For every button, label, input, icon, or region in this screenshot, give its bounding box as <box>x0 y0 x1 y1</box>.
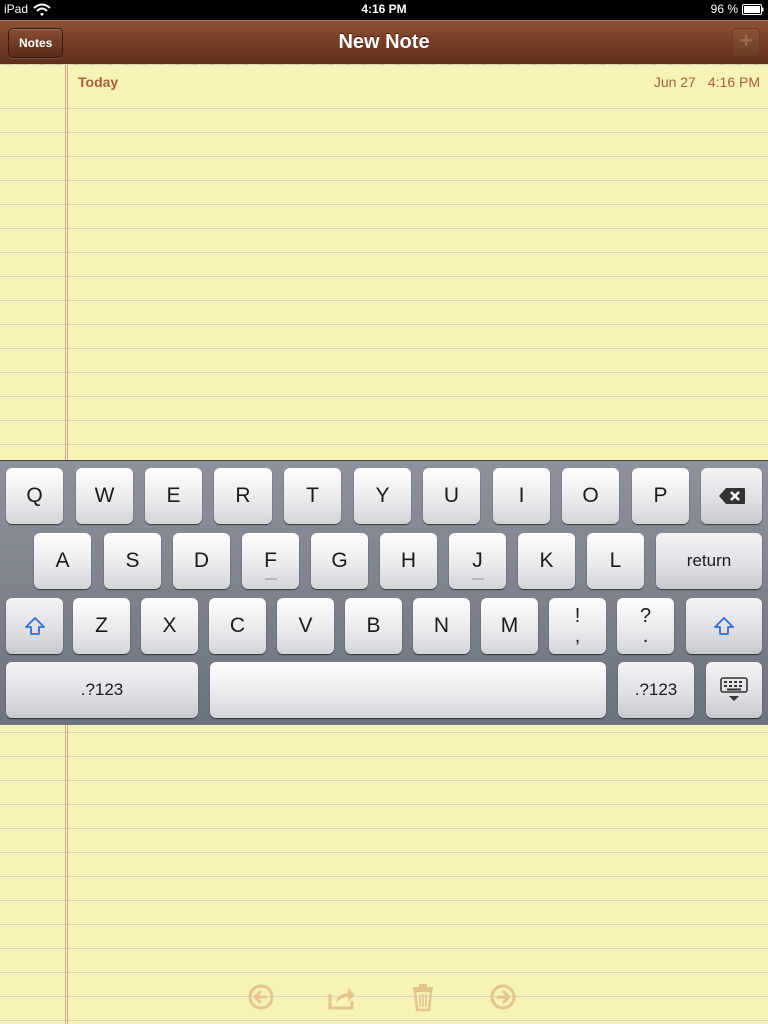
add-note-button[interactable]: + <box>732 28 760 56</box>
key-o[interactable]: O <box>562 468 619 524</box>
key-j-label: J <box>472 549 483 572</box>
shift-icon <box>714 617 734 636</box>
key-b[interactable]: B <box>345 598 402 654</box>
key-comma-label: , <box>574 625 581 647</box>
nav-bar: Notes New Note + <box>0 20 768 69</box>
back-arrow-icon[interactable] <box>246 982 276 1012</box>
status-bar: iPad 4:16 PM 96 % <box>0 0 768 20</box>
shift-key-left[interactable] <box>6 598 63 654</box>
key-q[interactable]: Q <box>6 468 63 524</box>
status-time: 4:16 PM <box>361 2 407 16</box>
key-h[interactable]: H <box>380 533 437 589</box>
key-k[interactable]: K <box>518 533 575 589</box>
key-d[interactable]: D <box>173 533 230 589</box>
battery-icon <box>742 3 764 15</box>
home-row-marker <box>471 578 484 580</box>
forward-arrow-icon[interactable] <box>488 982 518 1012</box>
key-s[interactable]: S <box>104 533 161 589</box>
battery-percent: 96 % <box>710 2 738 16</box>
key-z[interactable]: Z <box>73 598 130 654</box>
key-period-label: . <box>642 625 649 647</box>
trash-icon[interactable] <box>408 982 438 1012</box>
space-bar[interactable] <box>210 662 606 718</box>
share-icon[interactable] <box>327 982 357 1012</box>
note-date: Jun 27 <box>653 74 696 90</box>
key-y[interactable]: Y <box>354 468 411 524</box>
shift-icon <box>24 617 45 636</box>
key-exclaim-comma[interactable]: ! , <box>549 598 606 654</box>
shift-key-right[interactable] <box>686 598 762 654</box>
key-a[interactable]: A <box>34 533 91 589</box>
keyboard-dismiss-icon <box>720 677 748 702</box>
backspace-icon <box>718 488 745 505</box>
key-r[interactable]: R <box>214 468 272 524</box>
key-c[interactable]: C <box>209 598 266 654</box>
key-l[interactable]: L <box>587 533 644 589</box>
key-x[interactable]: X <box>141 598 198 654</box>
key-f-label: F <box>264 549 277 572</box>
key-i[interactable]: I <box>493 468 550 524</box>
delete-key[interactable] <box>701 468 762 524</box>
status-right: 96 % <box>711 2 764 16</box>
key-p[interactable]: P <box>632 468 689 524</box>
page-title: New Note <box>338 31 430 53</box>
numbers-key-left[interactable]: .?123 <box>6 662 198 718</box>
key-v[interactable]: V <box>277 598 334 654</box>
note-day-label: Today <box>78 74 119 90</box>
key-e[interactable]: E <box>145 468 202 524</box>
return-key[interactable]: return <box>656 533 762 589</box>
keyboard: Q W E R T Y U I O P A S D F G H J K L re… <box>0 460 768 725</box>
key-t[interactable]: T <box>284 468 341 524</box>
note-timestamp: Jun 27 4:16 PM <box>654 74 760 90</box>
key-u[interactable]: U <box>423 468 480 524</box>
note-time: 4:16 PM <box>707 74 760 90</box>
numbers-key-right[interactable]: .?123 <box>618 662 694 718</box>
bottom-toolbar <box>0 980 768 1014</box>
key-exclaim-label: ! <box>574 605 581 627</box>
key-f[interactable]: F <box>242 533 299 589</box>
dismiss-keyboard-key[interactable] <box>706 662 762 718</box>
key-m[interactable]: M <box>481 598 538 654</box>
key-question-period[interactable]: ? . <box>617 598 674 654</box>
home-row-marker <box>264 578 277 580</box>
key-n[interactable]: N <box>413 598 470 654</box>
key-g[interactable]: G <box>311 533 368 589</box>
key-j[interactable]: J <box>449 533 506 589</box>
key-question-label: ? <box>639 605 652 627</box>
key-w[interactable]: W <box>76 468 133 524</box>
